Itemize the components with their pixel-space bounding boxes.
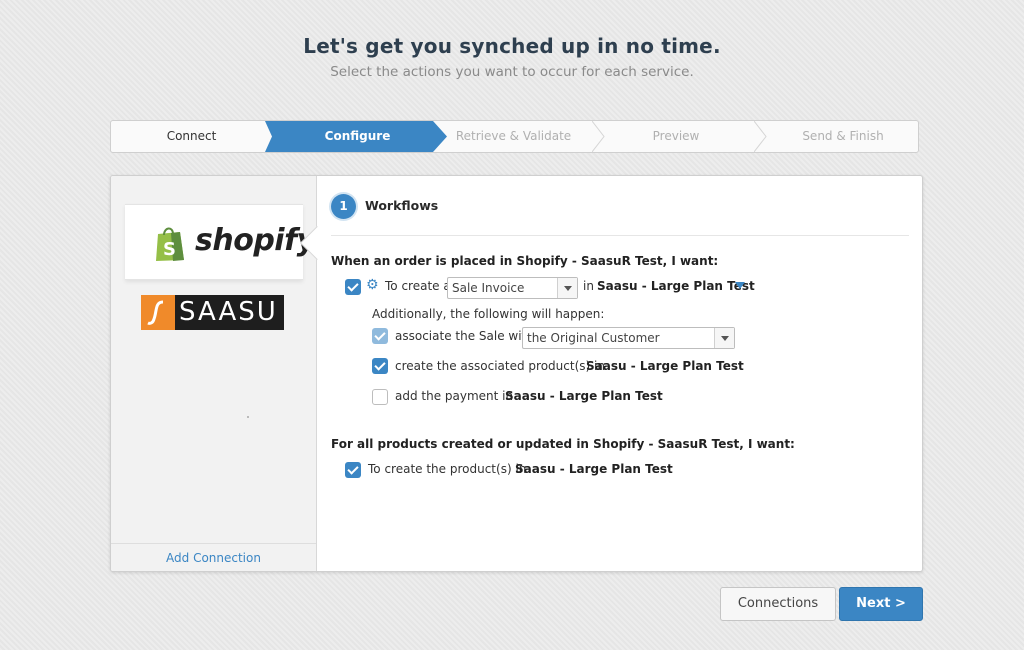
- step-label: Send & Finish: [802, 129, 884, 143]
- step-divider: [592, 121, 605, 152]
- add-payment-text: add the payment in: [395, 389, 514, 403]
- page-title: Let's get you synched up in no time.: [303, 34, 721, 58]
- create-product-text: To create the product(s) in: [368, 462, 527, 476]
- create-products-text: create the associated product(s) in: [395, 359, 605, 373]
- step-send-finish[interactable]: Send & Finish: [768, 121, 918, 152]
- page-header: Let's get you synched up in no time. Sel…: [0, 34, 1024, 80]
- configure-card: S shopify SAASU Add Connection 1 Workflo…: [110, 175, 923, 572]
- associate-sale-checkbox[interactable]: [372, 328, 388, 344]
- connections-sidebar: S shopify SAASU Add Connection: [111, 176, 317, 571]
- next-button[interactable]: Next >: [839, 587, 923, 621]
- order-main-action-row: ⚙ To create a Sale Invoice in Saasu - La…: [345, 277, 905, 299]
- associate-with-select[interactable]: the Original Customer: [522, 327, 735, 349]
- step-preview[interactable]: Preview: [606, 121, 746, 152]
- connection-shopify[interactable]: S shopify: [125, 204, 316, 280]
- step-label: Preview: [652, 129, 700, 143]
- select-value: the Original Customer: [527, 331, 660, 345]
- workflows-panel: 1 Workflows When an order is placed in S…: [318, 176, 922, 571]
- associate-text: associate the Sale with: [395, 329, 534, 343]
- target-name: Saasu - Large Plan Test: [505, 389, 663, 403]
- step-configure[interactable]: Configure: [272, 121, 433, 152]
- create-products-checkbox[interactable]: [372, 358, 388, 374]
- create-sale-checkbox[interactable]: [345, 279, 361, 295]
- step-connect[interactable]: Connect: [111, 121, 272, 152]
- product-action-row: To create the product(s) in Saasu - Larg…: [345, 461, 845, 481]
- step-label: Configure: [324, 129, 391, 143]
- step-retrieve-validate[interactable]: Retrieve & Validate: [447, 121, 580, 152]
- wizard-steps: Connect Configure Retrieve & Validate Pr…: [110, 120, 919, 153]
- shopping-bag-icon: S: [156, 227, 184, 261]
- chevron-down-icon: [557, 278, 577, 298]
- step-label: Connect: [166, 129, 217, 143]
- select-value: Sale Invoice: [452, 281, 525, 295]
- create-product-checkbox[interactable]: [345, 462, 361, 478]
- workflows-title: Workflows: [365, 198, 439, 213]
- saasu-logo-text: SAASU: [179, 297, 278, 327]
- product-section-heading: For all products created or updated in S…: [331, 437, 795, 451]
- add-payment-checkbox[interactable]: [372, 389, 388, 405]
- step-arrow-active: [433, 121, 447, 152]
- shopify-logo-text: shopify: [195, 223, 316, 258]
- target-name: Saasu - Large Plan Test: [597, 279, 755, 293]
- divider: [331, 235, 909, 236]
- target-name: Saasu - Large Plan Test: [586, 359, 744, 373]
- step-number-badge: 1: [331, 194, 356, 219]
- add-connection-link[interactable]: Add Connection: [111, 543, 316, 571]
- document-type-select[interactable]: Sale Invoice: [447, 277, 578, 299]
- in-text: in: [583, 279, 594, 293]
- saasu-s-icon: [141, 295, 175, 330]
- step-label: Retrieve & Validate: [455, 129, 572, 143]
- step-notch: [265, 121, 273, 152]
- additionally-text: Additionally, the following will happen:: [372, 307, 605, 321]
- sub-action-create-products: create the associated product(s) in Saas…: [372, 358, 872, 378]
- page-subtitle: Select the actions you want to occur for…: [330, 64, 694, 80]
- sub-action-add-payment: add the payment in Saasu - Large Plan Te…: [372, 388, 872, 408]
- connection-saasu[interactable]: SAASU: [141, 295, 284, 330]
- svg-text:S: S: [163, 239, 176, 260]
- chevron-down-icon: [714, 328, 734, 348]
- connections-button[interactable]: Connections: [720, 587, 836, 621]
- decorative-dot: [247, 416, 249, 418]
- order-section-heading: When an order is placed in Shopify - Saa…: [331, 254, 719, 268]
- gear-icon[interactable]: ⚙: [366, 277, 379, 293]
- create-prefix-text: To create a: [385, 279, 451, 293]
- sub-action-associate: associate the Sale with the Original Cus…: [372, 327, 872, 349]
- step-divider: [754, 121, 767, 152]
- filter-icon[interactable]: [735, 282, 745, 289]
- target-name: Saasu - Large Plan Test: [515, 462, 673, 476]
